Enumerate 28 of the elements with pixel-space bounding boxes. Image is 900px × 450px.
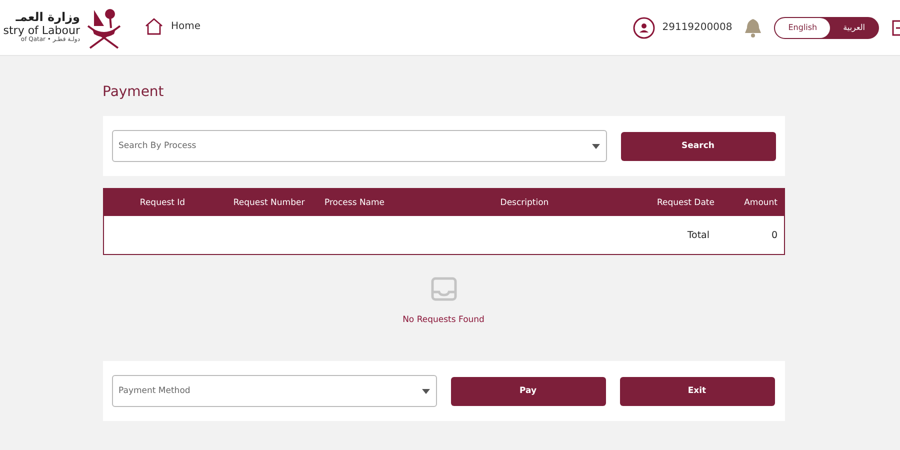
total-amount: 0 bbox=[770, 230, 778, 240]
dropdown-caret-icon bbox=[422, 388, 430, 394]
user-avatar-icon[interactable] bbox=[633, 16, 656, 38]
home-link[interactable]: Home bbox=[145, 18, 201, 34]
logout-icon[interactable] bbox=[891, 20, 900, 36]
pay-button[interactable]: Pay bbox=[450, 376, 606, 406]
column-header: Request Id bbox=[138, 198, 186, 208]
empty-message: No Requests Found bbox=[402, 315, 484, 325]
column-header: Request Date bbox=[656, 198, 714, 208]
empty-inbox-icon bbox=[430, 277, 456, 301]
bell-icon[interactable] bbox=[744, 18, 762, 38]
ministry-name: stry of Labour bbox=[3, 24, 80, 37]
column-header: Process Name bbox=[324, 198, 386, 208]
page-title: Payment bbox=[102, 84, 165, 100]
column-header: Amount bbox=[743, 198, 778, 208]
payment-method-select[interactable]: Payment Method bbox=[112, 375, 436, 407]
user-id: 29119200008 bbox=[662, 22, 732, 33]
process-select[interactable]: Search By Process bbox=[112, 130, 606, 162]
search-button[interactable]: Search bbox=[620, 132, 776, 160]
language-option[interactable]: English bbox=[775, 18, 830, 38]
dropdown-caret-icon bbox=[592, 144, 600, 148]
exit-button[interactable]: Exit bbox=[620, 376, 774, 406]
home-icon bbox=[145, 18, 163, 34]
ministry-name-arabic: وزارة العمـ bbox=[16, 10, 80, 25]
column-header: Request Number bbox=[232, 198, 306, 208]
language-option[interactable]: العربية bbox=[830, 18, 878, 38]
total-label: Total bbox=[687, 230, 710, 240]
column-header: Description bbox=[499, 198, 550, 208]
